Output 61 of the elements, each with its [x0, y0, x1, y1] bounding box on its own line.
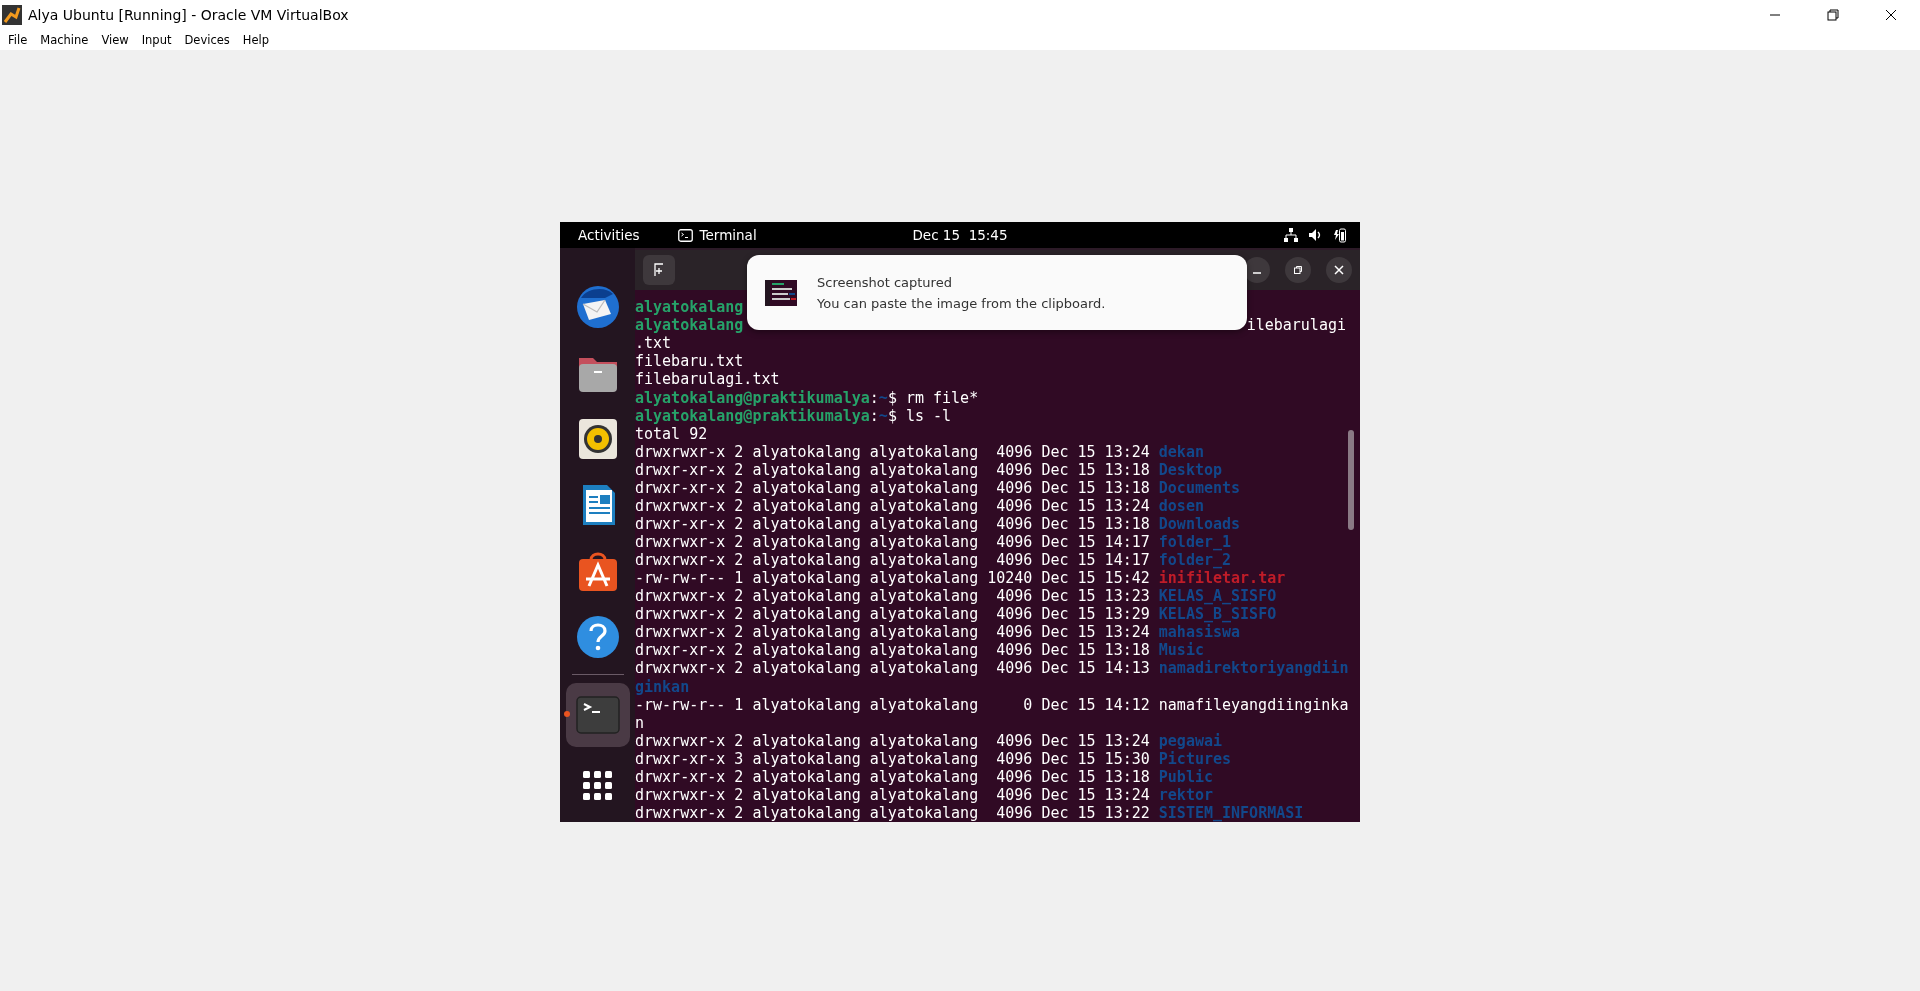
terminal-line: n	[635, 713, 645, 732]
terminal-line: drwxr-xr-x 3 alyatokalang alyatokalang 4096 Dec 15 15:30 Pictures	[635, 749, 1232, 768]
terminal-line: -rw-rw-r-- 1 alyatokalang alyatokalang 10240 Dec 15 15:42 inifiletar.tar	[635, 569, 1286, 588]
terminal-line: filebaru.txt	[635, 352, 744, 371]
terminal-line: drwxrwxr-x 2 alyatokalang alyatokalang 4096 Dec 15 13:22 SISTEM_INFORMASI	[635, 803, 1304, 822]
running-indicator	[563, 711, 570, 718]
clock[interactable]: Dec 15 15:45	[912, 227, 1008, 244]
terminal-line: drwxr-xr-x 2 alyatokalang alyatokalang 4096 Dec 15 13:18 Public	[635, 767, 1213, 786]
terminal-line: -rw-rw-r-- 1 alyatokalang alyatokalang 0 Dec 15 14:12 namafileyangdiinginka	[635, 695, 1349, 714]
menu-item[interactable]: Help	[242, 33, 269, 47]
mail-bird-icon[interactable]	[574, 284, 621, 331]
terminal-line: drwxrwxr-x 2 alyatokalang alyatokalang 4096 Dec 15 14:17 folder_1	[635, 533, 1232, 552]
close-icon[interactable]	[1885, 9, 1897, 21]
notification-title: Screenshot captured	[817, 274, 953, 290]
terminal-line: drwxrwxr-x 2 alyatokalang alyatokalang 4096 Dec 15 13:23 KELAS_A_SISFO	[635, 587, 1277, 606]
terminal-line: alyatokalang@praktikumalya:~$ rm file*	[635, 388, 979, 407]
scrollbar[interactable]	[1348, 430, 1354, 531]
terminal-line: drwxrwxr-x 2 alyatokalang alyatokalang 4096 Dec 15 13:24 dekan	[635, 442, 1204, 461]
terminal-line: ginkan	[635, 677, 690, 696]
new-tab-button[interactable]	[643, 255, 675, 286]
app-icon	[2, 5, 22, 25]
terminal-line: drwxr-xr-x 2 alyatokalang alyatokalang 4096 Dec 15 13:18 Downloads	[635, 514, 1241, 533]
terminal-line: total 92	[635, 424, 708, 443]
terminal-line: alyatokalang	[635, 298, 744, 317]
menu-item[interactable]: Devices	[184, 33, 230, 47]
notification-body: You can paste the image from the clipboard.	[817, 295, 1106, 311]
menu-item[interactable]: File	[8, 33, 28, 47]
menu-item[interactable]: Input	[141, 33, 172, 47]
volume-icon[interactable]	[1308, 228, 1322, 243]
help-icon[interactable]	[574, 614, 621, 661]
terminal-line: alyatokalang@praktikumalya:~$ ls -l	[635, 406, 952, 425]
activities-button[interactable]: Activities	[560, 227, 654, 244]
close-button[interactable]	[1326, 257, 1352, 284]
terminal-line: drwxr-xr-x 2 alyatokalang alyatokalang 4096 Dec 15 13:18 Desktop	[635, 460, 1222, 479]
restore-button[interactable]	[1285, 257, 1311, 284]
new-tab-icon[interactable]	[652, 263, 666, 278]
menu-item[interactable]: Machine	[40, 33, 89, 47]
terminal-line: drwxrwxr-x 2 alyatokalang alyatokalang 4096 Dec 15 13:24 pegawai	[635, 731, 1222, 750]
menu-item[interactable]: View	[101, 33, 129, 47]
restore-icon[interactable]	[1293, 265, 1303, 276]
app-grid-icon[interactable]	[582, 771, 613, 802]
network-icon[interactable]	[1284, 228, 1298, 243]
terminal-line: .txt	[635, 334, 672, 353]
terminal-line: drwxrwxr-x 2 alyatokalang alyatokalang 4096 Dec 15 13:24 dosen	[635, 496, 1204, 515]
terminal-line: filebarulagi.txt	[635, 370, 780, 389]
terminal-line: drwxr-xr-x 2 alyatokalang alyatokalang 4096 Dec 15 13:18 Documents	[635, 478, 1241, 497]
terminal-icon[interactable]	[574, 695, 621, 736]
terminal-line: drwxrwxr-x 2 alyatokalang alyatokalang 4096 Dec 15 13:24 rektor	[635, 785, 1213, 804]
restore-icon[interactable]	[1827, 9, 1839, 21]
terminal-line: alyatokalang	[635, 316, 744, 335]
terminal-line: drwxrwxr-x 2 alyatokalang alyatokalang 4096 Dec 15 13:24 mahasiswa	[635, 623, 1241, 642]
app-menu[interactable]: Terminal	[677, 227, 757, 244]
notification-popup[interactable]: Screenshot captured You can paste the image from the clipboard.	[747, 255, 1247, 330]
battery-icon[interactable]	[1332, 227, 1346, 244]
terminal-line: drwxrwxr-x 2 alyatokalang alyatokalang 4096 Dec 15 13:29 KELAS_B_SISFO	[635, 605, 1277, 624]
terminal-line: ilebarulagi	[1246, 316, 1346, 335]
terminal-line: drwxr-xr-x 2 alyatokalang alyatokalang 4096 Dec 15 13:18 Music	[635, 641, 1204, 660]
terminal-icon[interactable]	[677, 228, 693, 242]
terminal-line: drwxrwxr-x 2 alyatokalang alyatokalang 4096 Dec 15 14:13 namadirektoriyangdiin	[635, 659, 1349, 678]
window-title: Alya Ubuntu [Running] - Oracle VM VirtualBox	[28, 7, 350, 23]
terminal-line: drwxrwxr-x 2 alyatokalang alyatokalang 4096 Dec 15 14:17 folder_2	[635, 551, 1232, 570]
